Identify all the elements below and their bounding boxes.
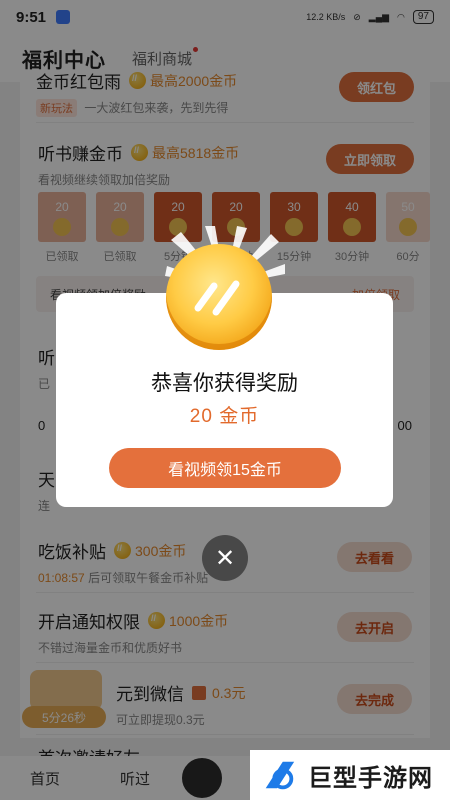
watermark: 巨型手游网 <box>250 750 450 800</box>
close-icon[interactable]: ✕ <box>202 535 248 581</box>
dialog-amount: 20 金币 <box>189 406 260 427</box>
watermark-logo-icon <box>265 761 295 790</box>
gold-coin-icon <box>166 244 272 350</box>
dialog-title: 恭喜你获得奖励 <box>151 372 298 395</box>
watermark-text: 巨型手游网 <box>308 764 433 792</box>
watch-video-button[interactable]: 看视频领15金币 <box>109 448 341 488</box>
